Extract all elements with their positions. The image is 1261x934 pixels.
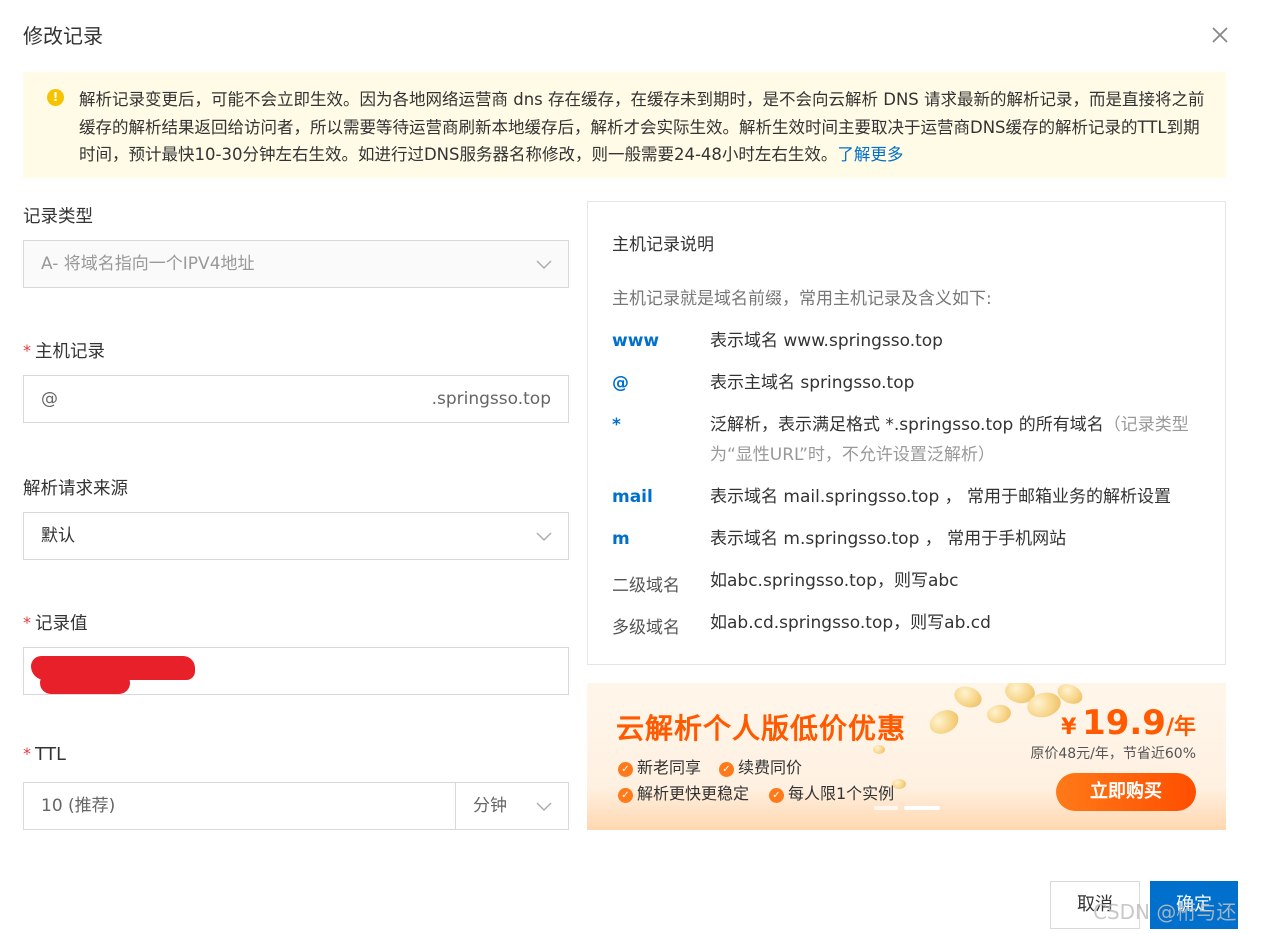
help-key: 多级域名 bbox=[612, 618, 680, 638]
carousel-dot-active[interactable] bbox=[904, 806, 940, 810]
close-button[interactable] bbox=[1207, 22, 1233, 48]
record-type-value: A- 将域名指向一个IPV4地址 bbox=[41, 254, 255, 274]
notice-text: 解析记录变更后，可能不会立即生效。因为各地网络运营商 dns 存在缓存，在缓存未… bbox=[79, 90, 1205, 164]
coin-decoration bbox=[985, 703, 1013, 725]
host-record-input[interactable]: @ .springsso.top bbox=[23, 375, 569, 423]
notice-banner: ! 解析记录变更后，可能不会立即生效。因为各地网络运营商 dns 存在缓存，在缓… bbox=[23, 72, 1226, 178]
ttl-input[interactable]: 10 (推荐) bbox=[23, 782, 456, 830]
chevron-down-icon bbox=[536, 802, 552, 811]
watermark: CSDN @桁与还 bbox=[1093, 900, 1237, 924]
chevron-down-icon bbox=[536, 532, 552, 541]
request-source-label: 解析请求来源 bbox=[23, 479, 128, 499]
help-key: @ bbox=[612, 373, 629, 393]
promo-title: 云解析个人版低价优惠 bbox=[616, 712, 907, 745]
help-desc: 表示主域名 springsso.top bbox=[710, 373, 915, 393]
host-record-label: * 主机记录 bbox=[23, 341, 105, 362]
warning-icon: ! bbox=[47, 89, 64, 106]
help-key: www bbox=[612, 331, 660, 351]
promo-feature: ✓ 每人限1个实例 bbox=[769, 780, 894, 804]
help-key: mail bbox=[612, 487, 653, 507]
domain-suffix: .springsso.top bbox=[431, 389, 551, 409]
check-icon: ✓ bbox=[719, 762, 734, 777]
promo-feature: ✓ 解析更快更稳定 bbox=[618, 780, 749, 804]
help-desc: 如abc.springsso.top，则写abc bbox=[710, 571, 959, 591]
ttl-label: * TTL bbox=[23, 744, 66, 765]
promo-banner[interactable]: 云解析个人版低价优惠 ✓ 新老同享 ✓ 续费同价 ✓ 解析更快更稳定 ✓ 每人限1个实例… bbox=[587, 683, 1226, 830]
record-type-label: 记录类型 bbox=[23, 207, 93, 227]
chevron-down-icon bbox=[536, 260, 552, 269]
coin-decoration bbox=[951, 683, 985, 712]
check-icon: ✓ bbox=[618, 762, 633, 777]
help-desc: 表示域名 mail.springsso.top ， 常用于邮箱业务的解析设置 bbox=[710, 487, 1172, 507]
record-type-select[interactable]: A- 将域名指向一个IPV4地址 bbox=[23, 240, 569, 288]
help-desc: 如ab.cd.springsso.top，则写ab.cd bbox=[710, 613, 991, 633]
record-value-label: * 记录值 bbox=[23, 613, 88, 634]
redaction-mark bbox=[40, 672, 130, 694]
request-source-value: 默认 bbox=[41, 526, 75, 546]
ttl-unit-select[interactable]: 分钟 bbox=[455, 782, 569, 830]
promo-feature: ✓ 新老同享 bbox=[618, 754, 701, 778]
host-record-value: @ bbox=[41, 389, 58, 409]
help-key: * bbox=[612, 415, 621, 435]
host-record-help-panel: 主机记录说明 主机记录就是域名前缀，常用主机记录及含义如下: www 表示域名 … bbox=[587, 201, 1226, 665]
carousel-dot[interactable] bbox=[874, 806, 898, 810]
check-icon: ✓ bbox=[769, 788, 784, 803]
help-key: m bbox=[612, 529, 630, 549]
ttl-unit-value: 分钟 bbox=[473, 796, 507, 816]
dialog-title: 修改记录 bbox=[23, 24, 103, 48]
check-icon: ✓ bbox=[618, 788, 633, 803]
learn-more-link[interactable]: 了解更多 bbox=[837, 145, 903, 164]
coin-decoration bbox=[925, 705, 963, 739]
help-key: 二级域名 bbox=[612, 576, 680, 596]
buy-now-button[interactable]: 立即购买 bbox=[1056, 773, 1196, 811]
close-icon bbox=[1212, 27, 1228, 43]
help-desc: 表示域名 www.springsso.top bbox=[710, 331, 943, 351]
request-source-select[interactable]: 默认 bbox=[23, 512, 569, 560]
promo-price: ¥ 19.9/年 bbox=[1061, 703, 1196, 743]
help-title: 主机记录说明 bbox=[612, 235, 714, 255]
help-desc: 表示域名 m.springsso.top ， 常用于手机网站 bbox=[710, 529, 1067, 549]
help-desc: 泛解析，表示满足格式 *.springsso.top 的所有域名 bbox=[710, 415, 1104, 435]
original-price: 原价48元/年，节省近60% bbox=[1030, 746, 1196, 762]
ttl-value: 10 (推荐) bbox=[41, 796, 116, 816]
help-intro: 主机记录就是域名前缀，常用主机记录及含义如下: bbox=[612, 289, 992, 309]
promo-feature: ✓ 续费同价 bbox=[719, 754, 802, 778]
